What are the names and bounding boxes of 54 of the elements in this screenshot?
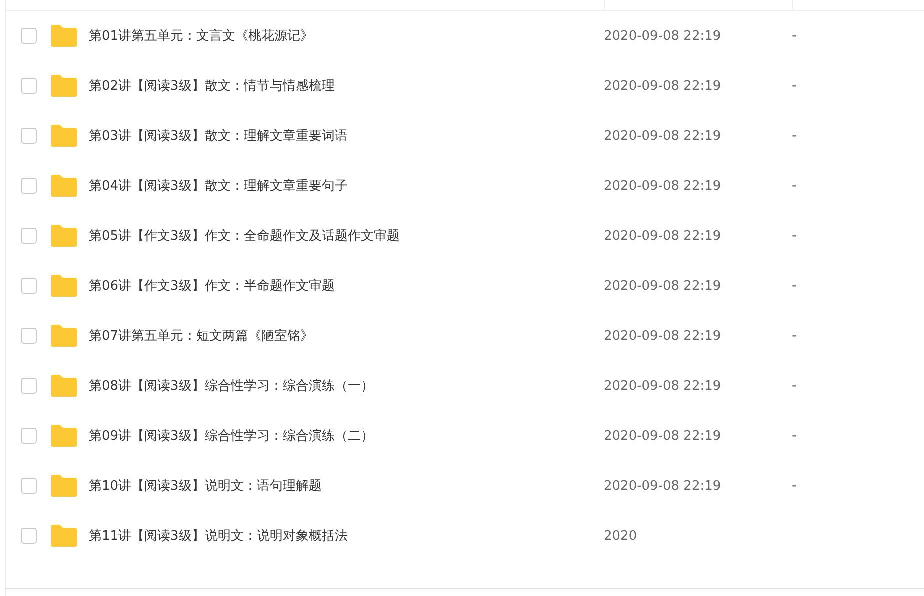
- folder-icon: [51, 525, 77, 547]
- folder-name[interactable]: 第01讲第五单元：文言文《桃花源记》: [89, 27, 604, 45]
- modified-date: 2020-09-08 22:19: [604, 28, 722, 44]
- folder-name[interactable]: 第10讲【阅读3级】说明文：语句理解题: [89, 477, 604, 495]
- folder-icon: [51, 475, 77, 497]
- modified-date: 2020-09-08 22:19: [604, 378, 722, 394]
- modified-date: 2020-09-08 22:19: [604, 78, 722, 94]
- folder-name[interactable]: 第08讲【阅读3级】综合性学习：综合演练（一）: [89, 377, 604, 395]
- checkbox[interactable]: [21, 428, 37, 444]
- checkbox[interactable]: [21, 278, 37, 294]
- file-size: -: [792, 428, 798, 444]
- checkbox[interactable]: [21, 528, 37, 544]
- checkbox[interactable]: [21, 478, 37, 494]
- modified-date: 2020-09-08 22:19: [604, 128, 722, 144]
- folder-name[interactable]: 第06讲【作文3级】作文：半命题作文审题: [89, 277, 604, 295]
- checkbox[interactable]: [21, 128, 37, 144]
- folder-name[interactable]: 第02讲【阅读3级】散文：情节与情感梳理: [89, 77, 604, 95]
- checkbox[interactable]: [21, 78, 37, 94]
- folder-icon: [51, 75, 77, 97]
- folder-icon: [51, 225, 77, 247]
- modified-date: 2020-09-08 22:19: [604, 428, 722, 444]
- file-size: -: [792, 78, 798, 94]
- folder-icon: [51, 175, 77, 197]
- file-size: -: [792, 178, 798, 194]
- checkbox[interactable]: [21, 328, 37, 344]
- folder-name[interactable]: 第03讲【阅读3级】散文：理解文章重要词语: [89, 127, 604, 145]
- folder-icon: [51, 375, 77, 397]
- folder-name[interactable]: 第05讲【作文3级】作文：全命题作文及话题作文审题: [89, 227, 604, 245]
- file-size: -: [792, 278, 798, 294]
- file-size: -: [792, 128, 798, 144]
- checkbox[interactable]: [21, 228, 37, 244]
- modified-date: 2020-09-08 22:19: [604, 478, 722, 494]
- modified-date: 2020-09-08 22:19: [604, 278, 722, 294]
- file-size: -: [792, 28, 798, 44]
- checkbox[interactable]: [21, 378, 37, 394]
- file-size: -: [792, 378, 798, 394]
- file-size: -: [792, 228, 798, 244]
- folder-name[interactable]: 第11讲【阅读3级】说明文：说明对象概括法: [89, 527, 604, 545]
- folder-icon: [51, 275, 77, 297]
- modified-date: 2020-09-08 22:19: [604, 178, 722, 194]
- checkbox[interactable]: [21, 178, 37, 194]
- file-size: -: [792, 328, 798, 344]
- folder-icon: [51, 125, 77, 147]
- folder-icon: [51, 425, 77, 447]
- checkbox[interactable]: [21, 28, 37, 44]
- folder-icon: [51, 25, 77, 47]
- modified-date: 2020-09-08 22:19: [604, 328, 722, 344]
- folder-name[interactable]: 第09讲【阅读3级】综合性学习：综合演练（二）: [89, 427, 604, 445]
- folder-name[interactable]: 第07讲第五单元：短文两篇《陋室铭》: [89, 327, 604, 345]
- modified-date: 2020-09-08 22:19: [604, 228, 722, 244]
- modified-date: 2020: [604, 528, 638, 544]
- folder-name[interactable]: 第04讲【阅读3级】散文：理解文章重要句子: [89, 177, 604, 195]
- folder-icon: [51, 325, 77, 347]
- file-size: -: [792, 478, 798, 494]
